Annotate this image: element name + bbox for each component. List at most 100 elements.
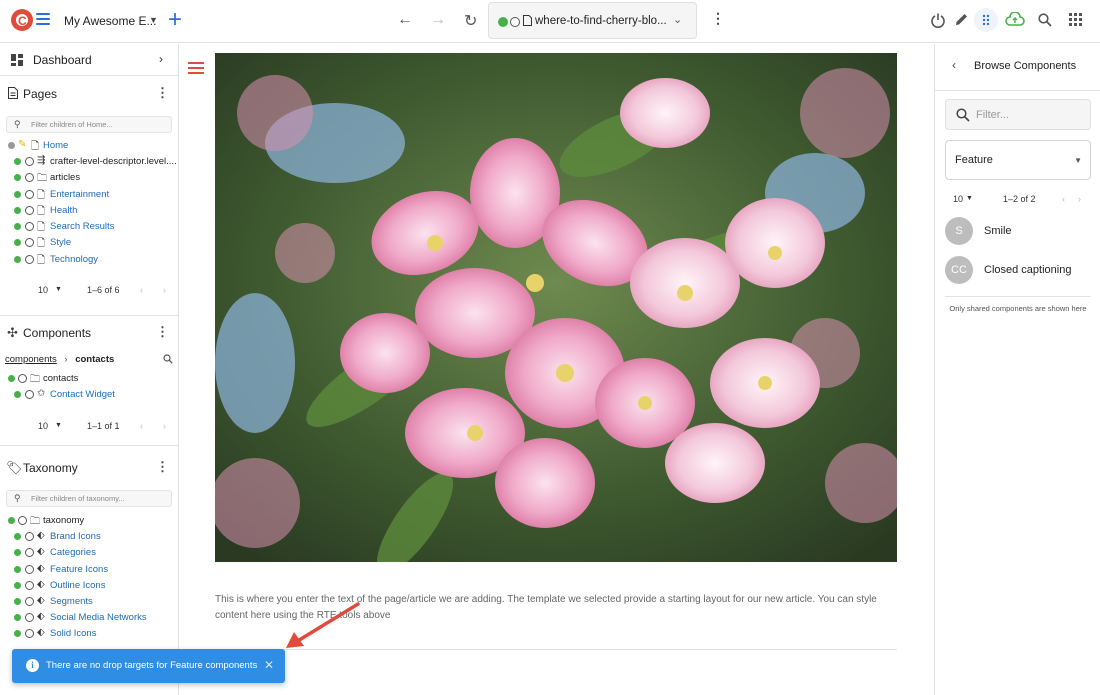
more-vert-icon[interactable]: ⋮ [711, 11, 725, 25]
component-name: Closed captioning [984, 264, 1072, 276]
crafter-logo-icon[interactable]: C [10, 8, 34, 32]
pages-header[interactable]: Pages ⋮ [0, 78, 179, 110]
chevron-down-icon[interactable]: ⌄ [673, 13, 682, 26]
tree-item-label: Solid Icons [50, 628, 97, 639]
tree-item-search-results[interactable]: 🗋 Search Results [0, 219, 179, 235]
status-dot [14, 549, 21, 556]
filter-placeholder: Filter... [976, 109, 1010, 121]
more-vert-icon[interactable]: ⋮ [156, 459, 169, 475]
site-switcher[interactable]: My Awesome E... [64, 14, 156, 28]
taxonomy-header[interactable]: 🏷 Taxonomy ⋮ [0, 452, 179, 484]
search-icon[interactable] [1038, 13, 1052, 27]
prev-page-icon[interactable]: ‹ [140, 285, 143, 295]
chevron-left-icon[interactable]: ‹ [952, 58, 956, 72]
cherry-blossom-photo [215, 53, 897, 562]
drag-handle-icon[interactable] [188, 62, 204, 75]
tag-icon: 🏷 [6, 460, 23, 475]
puzzle-icon: ✣ [7, 325, 18, 340]
tag-icon: ⬖ [37, 579, 45, 590]
chevron-right-icon: › [159, 52, 163, 66]
rows-per-page-select[interactable]: 10 [38, 285, 48, 295]
tree-item-health[interactable]: 🗋 Health [0, 203, 179, 219]
divider [945, 296, 1091, 297]
component-icon: ✩ [37, 388, 46, 399]
power-icon[interactable] [930, 12, 946, 28]
next-page-icon[interactable]: › [1078, 194, 1081, 204]
status-dot [14, 256, 21, 263]
search-icon[interactable] [163, 354, 173, 364]
components-filter-input[interactable]: Filter... [945, 99, 1091, 130]
rows-per-page-select[interactable]: 10 [953, 194, 963, 204]
tree-item-outline-icons[interactable]: ⬖ Outline Icons [0, 578, 179, 594]
drag-dots-icon[interactable] [974, 8, 998, 32]
tree-item-categories[interactable]: ⬖ Categories [0, 545, 179, 561]
component-item[interactable]: CC Closed captioning [945, 256, 1095, 284]
tree-item-label: Feature Icons [50, 564, 109, 575]
components-header[interactable]: ✣ Components ⋮ [0, 317, 179, 349]
status-dot [14, 239, 21, 246]
apps-grid-icon[interactable] [1069, 13, 1082, 26]
chevron-down-icon[interactable]: ▼ [149, 15, 158, 25]
lock-status-dot [25, 222, 34, 231]
component-item[interactable]: S Smile [945, 217, 1095, 245]
dashboard-label: Dashboard [33, 53, 92, 67]
content-type-select[interactable]: Feature ▼ [945, 140, 1091, 180]
prev-page-icon[interactable]: ‹ [140, 421, 143, 431]
status-dot [498, 17, 508, 27]
status-dot [14, 614, 21, 621]
tree-item-contact-widget[interactable]: ✩ Contact Widget [0, 387, 179, 403]
tree-item-social-media-networks[interactable]: ⬖ Social Media Networks [0, 610, 179, 626]
components-pagination: 10 ▼ 1–1 of 1 ‹ › [0, 421, 179, 437]
article-image [215, 53, 897, 562]
refresh-icon[interactable]: ↻ [464, 11, 477, 31]
tree-item-articles[interactable]: 🗀 articles [0, 170, 179, 186]
pencil-icon[interactable] [954, 12, 969, 27]
tree-item-entertainment[interactable]: 🗋 Entertainment [0, 187, 179, 203]
rows-per-page-select[interactable]: 10 [38, 421, 48, 431]
back-arrow-icon[interactable]: ← [397, 11, 413, 29]
breadcrumb-root[interactable]: components [5, 354, 57, 365]
tree-item-level-descriptor[interactable]: ⇶ crafter-level-descriptor.level.... [0, 154, 179, 170]
divider [0, 75, 179, 76]
tree-item-solid-icons[interactable]: ⬖ Solid Icons [0, 626, 179, 642]
tree-item-label: Segments [50, 596, 93, 607]
lock-status-dot [25, 157, 34, 166]
next-page-icon[interactable]: › [163, 421, 166, 431]
page-icon: 🗋 [37, 255, 46, 266]
search-icon: ⚲ [14, 493, 21, 503]
sidebar-item-dashboard[interactable]: Dashboard › [0, 44, 179, 76]
tree-item-label: contacts [43, 373, 79, 384]
prev-page-icon[interactable]: ‹ [1062, 194, 1065, 204]
tree-item-label: Health [50, 205, 78, 216]
tree-item-label: Categories [50, 547, 96, 558]
tree-item-technology[interactable]: 🗋 Technology [0, 252, 179, 268]
taxonomy-filter-input[interactable]: ⚲ Filter children of taxonomy... [6, 490, 172, 507]
tree-item-feature-icons[interactable]: ⬖ Feature Icons [0, 562, 179, 578]
tree-item-taxonomy[interactable]: 🗀 taxonomy [0, 513, 179, 529]
tree-item-home[interactable]: ✎ 🗋 Home [0, 138, 179, 154]
tree-item-contacts[interactable]: 🗀 contacts [0, 371, 179, 387]
lock-status-dot [18, 374, 27, 383]
lock-status-dot [25, 597, 34, 606]
tag-icon: ⬖ [37, 611, 45, 622]
chevron-down-icon[interactable]: ▼ [55, 286, 62, 293]
forward-arrow-icon[interactable]: → [430, 11, 446, 29]
cloud-upload-icon[interactable] [1005, 12, 1025, 27]
tree-item-style[interactable]: 🗋 Style [0, 235, 179, 251]
plus-icon[interactable]: + [168, 6, 182, 34]
tree-item-segments[interactable]: ⬖ Segments [0, 594, 179, 610]
menu-icon[interactable] [36, 13, 50, 27]
more-vert-icon[interactable]: ⋮ [156, 324, 169, 340]
pages-pagination: 10 ▼ 1–6 of 6 ‹ › [0, 285, 179, 301]
chevron-down-icon[interactable]: ▼ [55, 422, 62, 429]
more-vert-icon[interactable]: ⋮ [156, 85, 169, 101]
lock-status-dot [25, 581, 34, 590]
close-icon[interactable]: ✕ [264, 658, 274, 672]
next-page-icon[interactable]: › [163, 285, 166, 295]
chevron-down-icon[interactable]: ▼ [966, 195, 973, 202]
tree-item-label: Brand Icons [50, 531, 101, 542]
search-icon [956, 108, 970, 122]
pages-filter-input[interactable]: ⚲ Filter children of Home... [6, 116, 172, 133]
url-bar[interactable]: where-to-find-cherry-blo... ⌄ [488, 2, 697, 39]
tree-item-brand-icons[interactable]: ⬖ Brand Icons [0, 529, 179, 545]
